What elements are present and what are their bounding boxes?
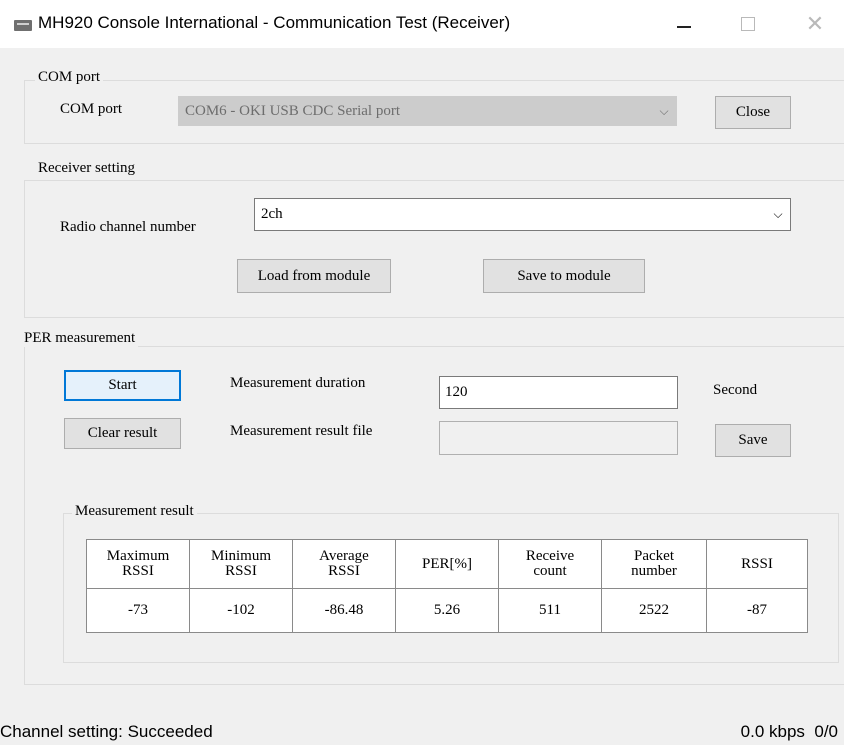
com-port-select-value: COM6 - OKI USB CDC Serial port: [185, 102, 401, 119]
table-cell-average-rssi: -86.48: [292, 588, 396, 633]
measurement-result-table: Maximum RSSI Minimum RSSI Average RSSI PER[…: [86, 539, 808, 633]
column-header-receive-count: Receive count: [498, 539, 602, 589]
measurement-result-group-label: Measurement result: [72, 503, 197, 520]
measurement-result-file-input[interactable]: [439, 421, 678, 455]
column-header-minimum-rssi: Minimum RSSI: [189, 539, 293, 589]
status-text: Channel setting: Succeeded: [0, 722, 213, 741]
table-cell-maximum-rssi: -73: [86, 588, 190, 633]
close-icon: ✕: [805, 11, 825, 37]
table-header-row: Maximum RSSI Minimum RSSI Average RSSI PER[…: [86, 539, 808, 589]
column-header-average-rssi: Average RSSI: [292, 539, 396, 589]
start-button[interactable]: Start: [64, 370, 181, 401]
per-measurement-group-label: PER measurement: [21, 330, 139, 347]
radio-channel-select[interactable]: 2ch ⌵: [254, 198, 791, 231]
close-window-button[interactable]: ✕: [790, 4, 840, 44]
table-cell-packet-number: 2522: [601, 588, 707, 633]
minimize-button[interactable]: [659, 4, 709, 44]
app-icon: [14, 20, 32, 31]
load-from-module-button[interactable]: Load from module: [237, 259, 391, 293]
com-port-label: COM port: [60, 101, 123, 117]
clear-result-button[interactable]: Clear result: [64, 418, 181, 449]
column-header-rssi: RSSI: [706, 539, 808, 589]
chevron-down-icon: ⌵: [773, 207, 783, 221]
close-port-button[interactable]: Close: [715, 96, 791, 129]
measurement-result-file-label: Measurement result file: [230, 423, 373, 439]
radio-channel-label: Radio channel number: [60, 219, 196, 235]
minimize-icon: [677, 26, 691, 28]
title-bar[interactable]: MH920 Console International - Communicat…: [0, 0, 844, 48]
throughput-status: 0.0 kbps 0/0: [740, 722, 838, 741]
duration-unit-label: Second: [713, 382, 758, 398]
measurement-duration-label: Measurement duration: [230, 375, 366, 391]
com-port-select[interactable]: COM6 - OKI USB CDC Serial port ⌵: [178, 96, 677, 126]
receiver-setting-group-label: Receiver setting: [35, 160, 139, 177]
chevron-down-icon: ⌵: [659, 103, 669, 118]
radio-channel-select-value: 2ch: [261, 206, 283, 222]
window-title: MH920 Console International - Communicat…: [38, 13, 511, 32]
save-result-button[interactable]: Save: [715, 424, 791, 457]
column-header-packet-number: Packet number: [601, 539, 707, 589]
table-cell-receive-count: 511: [498, 588, 602, 633]
column-header-maximum-rssi: Maximum RSSI: [86, 539, 190, 589]
table-cell-rssi: -87: [706, 588, 808, 633]
table-cell-per: 5.26: [395, 588, 499, 633]
maximize-icon: [741, 17, 755, 31]
save-to-module-button[interactable]: Save to module: [483, 259, 645, 293]
column-header-per: PER[%]: [395, 539, 499, 589]
table-row: -73 -102 -86.48 5.26 511 2522 -87: [86, 588, 808, 633]
com-port-group-label: COM port: [35, 69, 104, 86]
table-cell-minimum-rssi: -102: [189, 588, 293, 633]
measurement-duration-input[interactable]: [439, 376, 678, 409]
maximize-button[interactable]: [723, 4, 773, 44]
